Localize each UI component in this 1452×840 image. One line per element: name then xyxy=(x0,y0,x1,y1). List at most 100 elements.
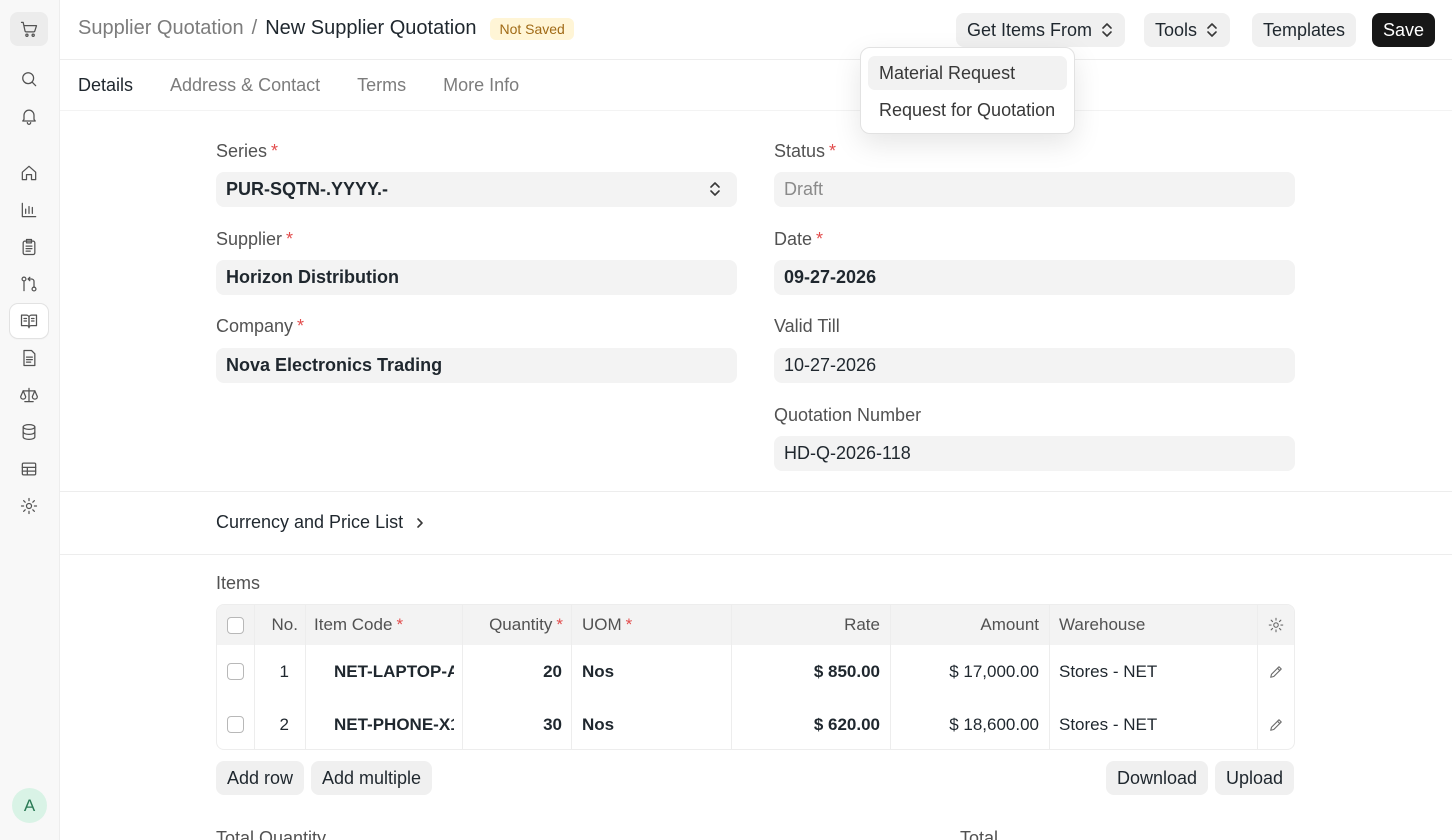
edit-row-pencil-icon[interactable] xyxy=(1267,645,1287,698)
status-label: Status * xyxy=(774,141,837,161)
menu-item-material-request[interactable]: Material Request xyxy=(868,56,1067,90)
get-items-dropdown: Material Request Request for Quotation xyxy=(860,47,1075,134)
date-label: Date * xyxy=(774,229,824,249)
table-header: No. Item Code * Quantity * UOM * Rate Amoun… xyxy=(217,605,1294,645)
valid-till-label: Valid Till xyxy=(774,316,840,336)
row-checkbox[interactable] xyxy=(227,698,247,749)
select-all-checkbox[interactable] xyxy=(227,605,247,645)
company-field[interactable]: Nova Electronics Trading xyxy=(216,348,737,383)
row-rate[interactable]: $ 850.00 xyxy=(733,645,880,698)
database-icon[interactable] xyxy=(10,415,48,449)
table-row[interactable]: 1 NET-LAPTOP-A 20 Nos $ 850.00 $ 17,000.… xyxy=(217,645,1294,698)
date-field[interactable]: 09-27-2026 xyxy=(774,260,1295,295)
edit-row-pencil-icon[interactable] xyxy=(1267,698,1287,749)
tab-terms[interactable]: Terms xyxy=(357,60,406,111)
column-divider xyxy=(571,605,572,749)
tools-button[interactable]: Tools xyxy=(1144,13,1231,47)
status-field: Draft xyxy=(774,172,1295,207)
tools-label: Tools xyxy=(1155,19,1198,40)
gear-icon[interactable] xyxy=(10,489,48,523)
breadcrumb-separator: / xyxy=(251,17,258,39)
table-row[interactable]: 2 NET-PHONE-X1 30 Nos $ 620.00 $ 18,600.… xyxy=(217,698,1294,749)
book-open-icon[interactable] xyxy=(10,304,48,338)
bell-icon[interactable] xyxy=(10,99,48,133)
chevron-up-down-icon xyxy=(1205,21,1219,39)
row-no: 2 xyxy=(279,714,289,734)
templates-button[interactable]: Templates xyxy=(1252,13,1357,47)
valid-till-field[interactable]: 10-27-2026 xyxy=(774,348,1295,383)
items-label: Items xyxy=(216,573,261,593)
sidebar: A xyxy=(0,0,60,840)
tab-address-contact[interactable]: Address & Contact xyxy=(170,60,320,111)
row-checkbox[interactable] xyxy=(227,645,247,698)
series-select[interactable]: PUR-SQTN-.YYYY.- xyxy=(216,172,737,207)
chevron-up-down-icon xyxy=(707,180,723,198)
avatar[interactable]: A xyxy=(12,788,47,823)
row-warehouse[interactable]: Stores - NET xyxy=(1059,645,1259,698)
search-icon[interactable] xyxy=(10,62,48,96)
row-item-code[interactable]: NET-PHONE-X1 xyxy=(334,698,454,749)
add-row-button[interactable]: Add row xyxy=(216,761,305,795)
get-items-from-button[interactable]: Get Items From xyxy=(956,13,1126,47)
row-warehouse[interactable]: Stores - NET xyxy=(1059,698,1259,749)
total-label: Total xyxy=(960,828,999,840)
quotation-number-label: Quotation Number xyxy=(774,405,922,425)
supplier-label: Supplier * xyxy=(216,229,294,249)
tab-more-info[interactable]: More Info xyxy=(443,60,519,111)
row-quantity[interactable]: 30 xyxy=(473,698,562,749)
save-button[interactable]: Save xyxy=(1372,13,1436,47)
status-badge: Not Saved xyxy=(490,17,574,40)
col-uom: UOM * xyxy=(582,615,633,634)
file-text-icon[interactable] xyxy=(10,341,48,375)
column-divider xyxy=(890,605,891,749)
col-rate: Rate xyxy=(844,615,880,634)
tab-details[interactable]: Details xyxy=(78,60,134,111)
breadcrumb: Supplier Quotation / New Supplier Quotat… xyxy=(78,17,574,40)
col-warehouse: Warehouse xyxy=(1059,615,1146,634)
currency-price-list-section[interactable]: Currency and Price List xyxy=(216,512,427,533)
column-divider xyxy=(731,605,732,749)
column-divider xyxy=(1257,605,1258,749)
tabs-divider xyxy=(60,110,1452,111)
section-divider xyxy=(60,491,1452,492)
col-quantity: Quantity * xyxy=(489,615,563,634)
quotation-number-field[interactable]: HD-Q-2026-118 xyxy=(774,436,1295,471)
upload-button[interactable]: Upload xyxy=(1215,761,1295,795)
home-icon[interactable] xyxy=(10,156,48,190)
column-divider xyxy=(462,605,463,749)
git-compare-icon[interactable] xyxy=(10,267,48,301)
get-items-from-label: Get Items From xyxy=(967,19,1093,40)
company-label: Company * xyxy=(216,316,305,336)
clipboard-icon[interactable] xyxy=(10,230,48,264)
page-header: Supplier Quotation / New Supplier Quotat… xyxy=(60,0,1452,60)
form-tabs: Details Address & Contact Terms More Inf… xyxy=(78,60,556,111)
page-title: New Supplier Quotation xyxy=(265,17,477,39)
chevron-right-icon xyxy=(417,517,423,528)
cart-icon[interactable] xyxy=(10,12,48,46)
total-quantity-label: Total Quantity xyxy=(216,828,327,840)
column-divider xyxy=(254,605,255,749)
row-amount: $ 17,000.00 xyxy=(949,661,1039,681)
column-settings-gear-icon[interactable] xyxy=(1267,605,1287,645)
row-amount: $ 18,600.00 xyxy=(949,714,1039,734)
chevron-up-down-icon xyxy=(1100,21,1114,39)
menu-item-request-for-quotation[interactable]: Request for Quotation xyxy=(868,93,1067,127)
row-no: 1 xyxy=(279,661,289,681)
row-item-code[interactable]: NET-LAPTOP-A xyxy=(334,645,454,698)
row-uom[interactable]: Nos xyxy=(582,698,727,749)
section-divider xyxy=(60,554,1452,555)
items-table: No. Item Code * Quantity * UOM * Rate Amoun… xyxy=(216,604,1295,750)
table-icon[interactable] xyxy=(10,452,48,486)
supplier-field[interactable]: Horizon Distribution xyxy=(216,260,737,295)
col-item-code: Item Code * xyxy=(314,615,404,634)
download-button[interactable]: Download xyxy=(1106,761,1209,795)
scale-icon[interactable] xyxy=(10,378,48,412)
bar-chart-icon[interactable] xyxy=(10,193,48,227)
col-no: No. xyxy=(271,615,298,634)
breadcrumb-parent[interactable]: Supplier Quotation xyxy=(78,17,244,40)
add-multiple-button[interactable]: Add multiple xyxy=(311,761,433,795)
series-label: Series * xyxy=(216,141,279,161)
row-uom[interactable]: Nos xyxy=(582,645,727,698)
row-rate[interactable]: $ 620.00 xyxy=(733,698,880,749)
row-quantity[interactable]: 20 xyxy=(473,645,562,698)
